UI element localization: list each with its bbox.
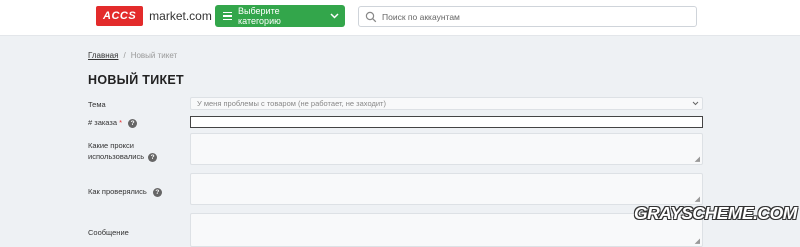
- proxies-textarea[interactable]: ◢: [190, 133, 703, 165]
- search-icon: [365, 11, 377, 22]
- breadcrumb: Главная / Новый тикет: [88, 51, 177, 60]
- topic-select-value: У меня проблемы с товаром (не работает, …: [197, 99, 386, 108]
- breadcrumb-current: Новый тикет: [130, 51, 178, 60]
- help-icon[interactable]: ?: [152, 187, 162, 197]
- topic-label: Тема: [88, 99, 106, 110]
- checked-label-text: Как проверялись: [88, 187, 147, 196]
- checked-label: Как проверялись ?: [88, 186, 162, 197]
- order-label-text: # заказа: [88, 118, 118, 127]
- breadcrumb-home-link[interactable]: Главная: [88, 51, 118, 60]
- search-input[interactable]: [382, 11, 682, 22]
- watermark: GRAYSCHEME.COM: [634, 203, 797, 223]
- logo-badge: ACCS: [96, 6, 144, 26]
- required-marker: *: [119, 118, 123, 127]
- topic-select[interactable]: У меня проблемы с товаром (не работает, …: [190, 97, 703, 110]
- topic-label-text: Тема: [88, 100, 106, 109]
- site-logo[interactable]: ACCS market.com: [96, 5, 212, 27]
- help-icon[interactable]: ?: [128, 118, 138, 128]
- proxies-label-line1: Какие прокси: [88, 141, 134, 150]
- order-label: # заказа * ?: [88, 117, 138, 128]
- menu-icon: [223, 11, 232, 21]
- search-box[interactable]: [358, 6, 697, 27]
- category-select-button[interactable]: Выберите категорию: [215, 5, 345, 27]
- logo-text: market.com: [149, 9, 212, 23]
- resize-handle-icon[interactable]: ◢: [695, 238, 700, 245]
- order-number-input[interactable]: [190, 116, 703, 128]
- resize-handle-icon[interactable]: ◢: [695, 156, 700, 163]
- message-textarea[interactable]: ◢: [190, 213, 703, 247]
- category-button-label: Выберите категорию: [238, 6, 281, 26]
- proxies-label: Какие прокси использовались?: [88, 140, 158, 162]
- message-label-text: Сообщение: [88, 228, 129, 237]
- chevron-down-icon: [692, 98, 699, 113]
- top-header: ACCS market.com Выберите категорию: [0, 0, 800, 36]
- checked-textarea[interactable]: ◢: [190, 173, 703, 205]
- help-icon[interactable]: ?: [148, 152, 158, 162]
- page-title: НОВЫЙ ТИКЕТ: [88, 73, 184, 87]
- chevron-down-icon: [323, 11, 345, 21]
- message-label: Сообщение: [88, 227, 129, 238]
- proxies-label-line2: использовались: [88, 152, 145, 161]
- breadcrumb-separator: /: [123, 51, 126, 60]
- resize-handle-icon[interactable]: ◢: [695, 196, 700, 203]
